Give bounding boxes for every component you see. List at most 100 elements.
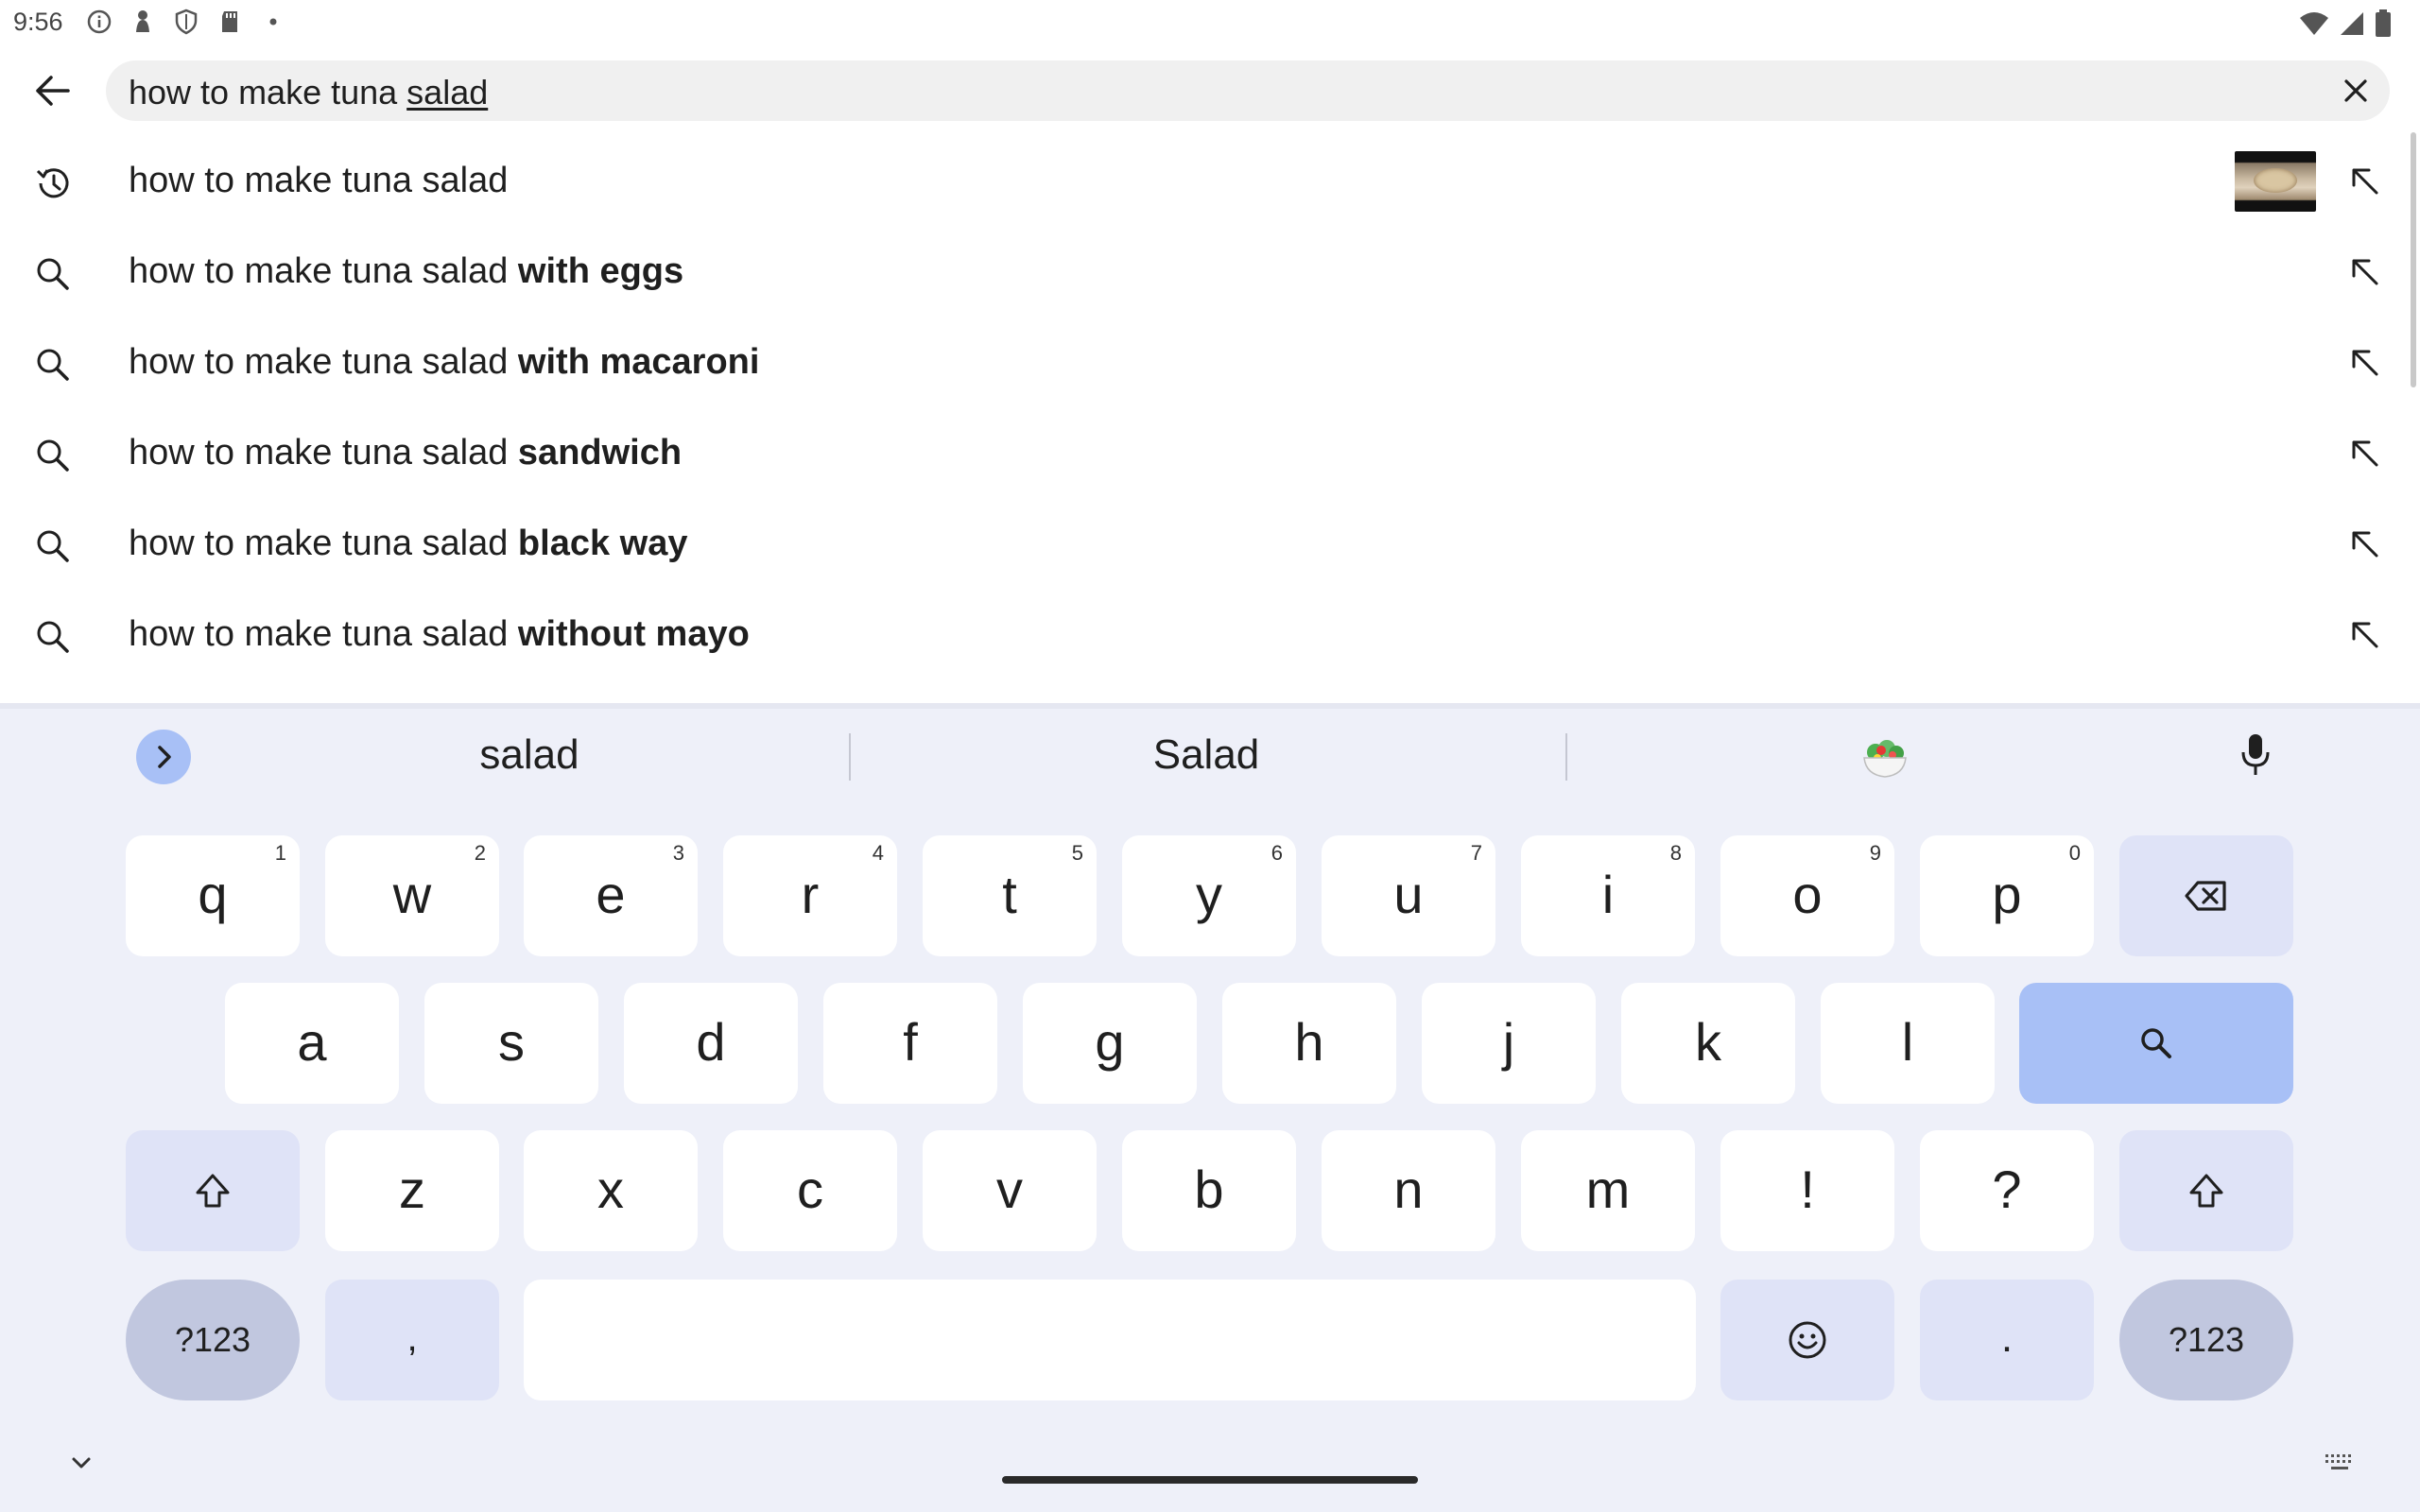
- arrow-up-left-icon: [2352, 350, 2378, 376]
- key-e[interactable]: e3: [524, 835, 698, 956]
- arrow-up-left-icon: [2352, 168, 2378, 195]
- key-g[interactable]: g: [1023, 983, 1197, 1104]
- chevron-down-icon: [72, 1457, 91, 1469]
- word-suggestion[interactable]: salad: [435, 731, 624, 779]
- key-m[interactable]: m: [1521, 1130, 1695, 1251]
- key-b[interactable]: b: [1122, 1130, 1296, 1251]
- chevron-right-icon: [158, 746, 171, 768]
- keyboard-switch-button[interactable]: [2324, 1452, 2356, 1474]
- fill-query-button[interactable]: [2344, 433, 2386, 474]
- key-question[interactable]: ?: [1920, 1130, 2094, 1251]
- key-f[interactable]: f: [823, 983, 997, 1104]
- key-i[interactable]: i8: [1521, 835, 1695, 956]
- salad-emoji[interactable]: [1857, 730, 1913, 786]
- fill-query-button[interactable]: [2344, 342, 2386, 384]
- key-t[interactable]: t5: [923, 835, 1097, 956]
- shift-key-left[interactable]: [126, 1130, 300, 1251]
- backspace-icon: [2185, 881, 2226, 911]
- key-a[interactable]: a: [225, 983, 399, 1104]
- key-l[interactable]: l: [1821, 983, 1995, 1104]
- status-time: 9:56: [13, 8, 63, 36]
- key-o[interactable]: o9: [1720, 835, 1894, 956]
- status-bar: 9:56: [0, 0, 2420, 45]
- key-z[interactable]: z: [325, 1130, 499, 1251]
- key-period[interactable]: .: [1920, 1280, 2094, 1400]
- voice-input-button[interactable]: [2235, 731, 2276, 779]
- key-exclamation[interactable]: !: [1720, 1130, 1894, 1251]
- clear-button[interactable]: [2339, 74, 2373, 108]
- suggestion-item[interactable]: how to make tuna salad without mayo: [0, 592, 2382, 682]
- fill-query-button[interactable]: [2344, 614, 2386, 656]
- suggestion-text: how to make tuna salad sandwich: [129, 433, 683, 472]
- search-icon: [2141, 1028, 2171, 1058]
- suggestion-text: how to make tuna salad with eggs: [129, 251, 684, 291]
- arrow-up-left-icon: [2352, 259, 2378, 285]
- smiley-icon: [1789, 1321, 1826, 1359]
- fill-query-button[interactable]: [2344, 524, 2386, 565]
- arrow-up-left-icon: [2352, 622, 2378, 648]
- key-x[interactable]: x: [524, 1130, 698, 1251]
- suggestion-item[interactable]: how to make tuna salad: [0, 138, 2382, 229]
- sd-card-icon: [216, 8, 244, 36]
- shield-icon: [172, 8, 200, 36]
- toolbar-expand-button[interactable]: [136, 730, 191, 784]
- symbols-key-right[interactable]: ?123: [2119, 1280, 2293, 1400]
- back-button[interactable]: [28, 66, 78, 115]
- suggestion-divider: [849, 733, 851, 781]
- suggestion-item[interactable]: how to make tuna salad sandwich: [0, 410, 2382, 501]
- gesture-nav-handle[interactable]: [1002, 1476, 1418, 1484]
- suggestion-item[interactable]: how to make tuna salad black way: [0, 501, 2382, 592]
- search-icon: [32, 253, 74, 295]
- key-j[interactable]: j: [1422, 983, 1596, 1104]
- keyboard: salad Salad q1 w2 e3 r4 t5 y6 u7 i8 o9 p…: [0, 703, 2420, 1512]
- key-s[interactable]: s: [424, 983, 598, 1104]
- search-icon: [32, 616, 74, 658]
- symbols-key-left[interactable]: ?123: [126, 1280, 300, 1400]
- key-k[interactable]: k: [1621, 983, 1795, 1104]
- suggestion-item[interactable]: how to make tuna salad with macaroni: [0, 319, 2382, 410]
- keyboard-top-edge: [0, 703, 2420, 709]
- signal-icon: [2341, 12, 2363, 35]
- arrow-up-left-icon: [2352, 440, 2378, 467]
- key-h[interactable]: h: [1222, 983, 1396, 1104]
- shift-key-right[interactable]: [2119, 1130, 2293, 1251]
- key-n[interactable]: n: [1322, 1130, 1495, 1251]
- shift-icon: [2189, 1174, 2223, 1208]
- key-q[interactable]: q1: [126, 835, 300, 956]
- key-r[interactable]: r4: [723, 835, 897, 956]
- search-input[interactable]: how to make tuna salad: [106, 60, 2390, 121]
- suggestion-item[interactable]: how to make tuna salad with eggs: [0, 229, 2382, 319]
- close-icon: [2344, 79, 2367, 102]
- suggestion-text: how to make tuna salad black way: [129, 524, 688, 563]
- hide-keyboard-button[interactable]: [66, 1448, 96, 1478]
- search-key[interactable]: [2019, 983, 2293, 1104]
- history-icon: [32, 163, 74, 204]
- person-icon: [129, 8, 157, 36]
- suggestion-text: how to make tuna salad without mayo: [129, 614, 750, 654]
- emoji-key[interactable]: [1720, 1280, 1894, 1400]
- info-icon: [85, 8, 113, 36]
- shift-icon: [196, 1174, 230, 1208]
- key-d[interactable]: d: [624, 983, 798, 1104]
- space-key[interactable]: [524, 1280, 1696, 1400]
- scrollbar[interactable]: [2411, 132, 2416, 387]
- search-icon: [32, 525, 74, 567]
- video-thumbnail: [2235, 151, 2316, 212]
- fill-query-button[interactable]: [2344, 161, 2386, 202]
- key-v[interactable]: v: [923, 1130, 1097, 1251]
- search-query[interactable]: how to make tuna salad: [129, 73, 488, 112]
- key-y[interactable]: y6: [1122, 835, 1296, 956]
- dot-icon: [259, 8, 287, 36]
- key-p[interactable]: p0: [1920, 835, 2094, 956]
- key-u[interactable]: u7: [1322, 835, 1495, 956]
- key-w[interactable]: w2: [325, 835, 499, 956]
- key-c[interactable]: c: [723, 1130, 897, 1251]
- search-query-prefix: how to make tuna: [129, 73, 407, 112]
- backspace-key[interactable]: [2119, 835, 2293, 956]
- fill-query-button[interactable]: [2344, 251, 2386, 293]
- key-comma[interactable]: ,: [325, 1280, 499, 1400]
- arrow-up-left-icon: [2352, 531, 2378, 558]
- suggestion-list: how to make tuna salad how to make tuna …: [0, 138, 2382, 682]
- search-icon: [32, 435, 74, 476]
- word-suggestion[interactable]: Salad: [1112, 731, 1301, 779]
